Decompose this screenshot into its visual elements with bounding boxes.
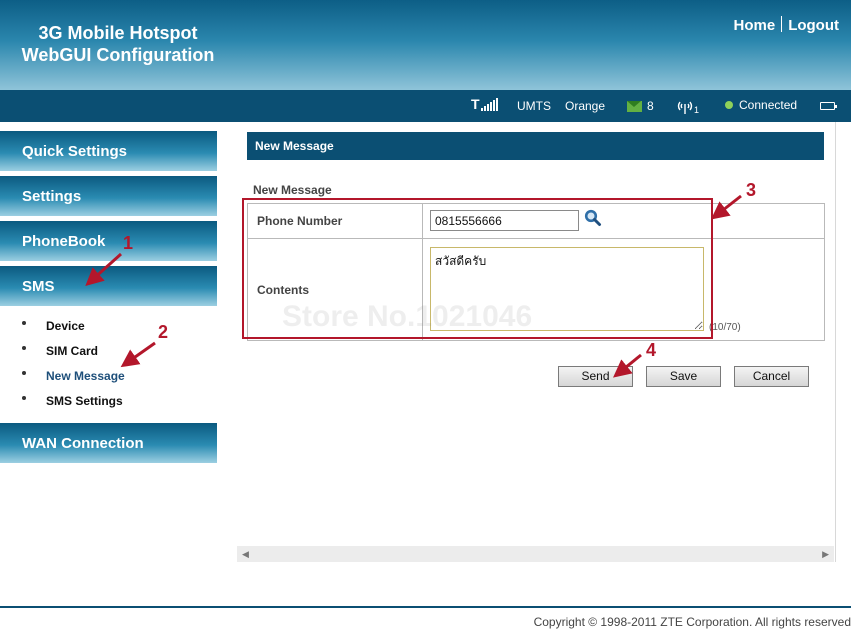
annotation-step-3: 3 <box>746 180 757 200</box>
network-type: UMTS <box>517 99 551 113</box>
sidebar-item-quick-settings[interactable]: Quick Settings <box>0 131 217 171</box>
bullet-icon <box>22 320 26 325</box>
character-counter: (10/70) <box>709 322 741 333</box>
submenu-item-new-message[interactable]: New Message <box>22 363 125 388</box>
content-right-border <box>835 122 836 562</box>
signal-strength-icon: T <box>471 97 500 111</box>
battery-indicator <box>820 102 837 110</box>
annotation-step-2: 2 <box>158 322 169 342</box>
connection-status-icon <box>725 101 733 109</box>
page-title: New Message <box>247 132 824 160</box>
header-banner: 3G Mobile Hotspot WebGUI Configuration H… <box>0 0 851 90</box>
bullet-icon <box>22 370 26 375</box>
sms-count: 8 <box>647 99 654 113</box>
connection-text: Connected <box>739 98 798 112</box>
footer-copyright: Copyright © 1998-2011 ZTE Corporation. A… <box>533 615 851 629</box>
submenu-item-sim-card[interactable]: SIM Card <box>22 338 125 363</box>
home-link[interactable]: Home <box>734 17 776 34</box>
sms-envelope-icon <box>627 100 642 112</box>
submenu-item-device[interactable]: Device <box>22 313 125 338</box>
submenu-label: Device <box>46 318 85 333</box>
cancel-button[interactable]: Cancel <box>734 366 809 387</box>
bullet-icon <box>22 345 26 350</box>
wifi-client-count: 1 <box>694 105 700 115</box>
sidebar-item-phonebook[interactable]: PhoneBook <box>0 221 217 261</box>
sms-indicator[interactable]: 8 <box>627 99 654 113</box>
scroll-left-arrow-icon[interactable]: ◀ <box>242 549 249 560</box>
operator-name: Orange <box>565 99 606 113</box>
save-button[interactable]: Save <box>646 366 721 387</box>
sms-submenu: Device SIM Card New Message SMS Settings <box>22 313 125 413</box>
send-button[interactable]: Send <box>558 366 633 387</box>
brand-title: 3G Mobile Hotspot WebGUI Configuration <box>18 22 218 66</box>
sidebar-item-wan-connection[interactable]: WAN Connection <box>0 423 217 463</box>
annotation-step-4: 4 <box>646 340 657 360</box>
status-bar: T UMTS Orange 8 1 Connected <box>0 90 851 122</box>
submenu-label: SIM Card <box>46 343 99 358</box>
wifi-antenna-icon <box>677 101 693 114</box>
brand-line-1: 3G Mobile Hotspot <box>38 23 198 43</box>
connection-status: Connected <box>725 98 797 112</box>
annotation-arrow-2-icon <box>120 341 156 368</box>
top-links: Home Logout <box>734 16 839 34</box>
annotation-highlight-box <box>242 198 713 339</box>
link-separator <box>781 16 783 32</box>
footer-divider <box>0 606 851 608</box>
submenu-item-sms-settings[interactable]: SMS Settings <box>22 388 125 413</box>
sidebar-item-settings[interactable]: Settings <box>0 176 217 216</box>
sidebar-item-sms[interactable]: SMS <box>0 266 217 306</box>
submenu-label: New Message <box>46 368 125 383</box>
horizontal-scrollbar[interactable]: ◀ ▶ <box>237 546 834 562</box>
battery-icon <box>820 102 837 110</box>
logout-link[interactable]: Logout <box>788 17 839 34</box>
scroll-right-arrow-icon[interactable]: ▶ <box>822 549 829 560</box>
section-label: New Message <box>253 183 332 197</box>
bullet-icon <box>22 395 26 400</box>
brand-line-2: WebGUI Configuration <box>21 45 215 65</box>
wifi-indicator: 1 <box>676 99 699 115</box>
submenu-label: SMS Settings <box>46 393 123 408</box>
annotation-step-1: 1 <box>123 233 134 253</box>
